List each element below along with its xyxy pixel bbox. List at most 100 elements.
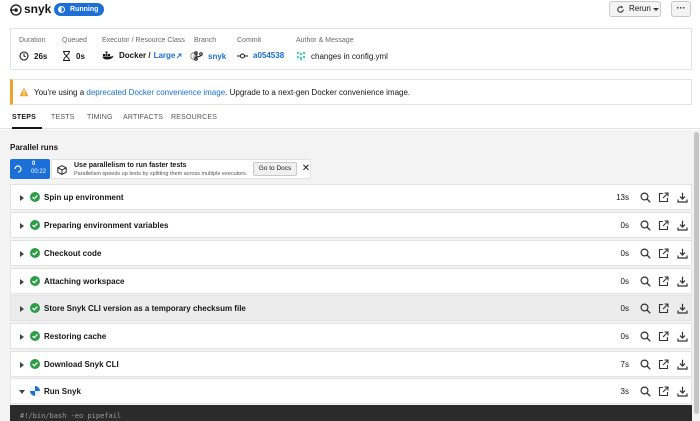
tab-resources[interactable]: RESOURCES — [171, 114, 217, 121]
step-row[interactable]: Run Snyk 3s — [10, 378, 692, 404]
step-row[interactable]: Spin up environment 13s — [10, 184, 692, 210]
deprecation-warning: You're using a deprecated Docker conveni… — [10, 79, 692, 105]
steps-panel: Parallel runs 0 00:22 Use parallelism to… — [0, 130, 700, 421]
warning-suffix: . Upgrade to a next-gen Docker convenien… — [225, 88, 411, 97]
resource-class-link[interactable]: Large — [154, 51, 176, 60]
parallel-runs-title: Parallel runs — [10, 143, 59, 152]
terminal-output: #!/bin/bash -eo pipefail — [10, 405, 692, 421]
external-link-icon[interactable] — [176, 53, 182, 59]
open-new-window-icon[interactable] — [658, 359, 669, 370]
docker-icon — [102, 51, 114, 60]
open-new-window-icon[interactable] — [658, 248, 669, 259]
duration-label: Duration — [19, 37, 46, 44]
running-step-icon — [30, 386, 40, 396]
warning-text: You're using a deprecated Docker conveni… — [34, 88, 410, 97]
job-title: snyk — [24, 2, 52, 16]
open-new-window-icon[interactable] — [658, 331, 669, 342]
commit-message: changes in config.yml — [311, 51, 388, 61]
download-icon[interactable] — [677, 303, 688, 314]
status-badge: Running — [54, 3, 105, 16]
chevron-down-icon — [653, 8, 659, 11]
step-row[interactable]: Store Snyk CLI version as a temporary ch… — [10, 295, 692, 321]
step-duration: 0s — [620, 332, 629, 341]
open-new-window-icon[interactable] — [658, 386, 669, 397]
rerun-button[interactable]: Rerun — [609, 1, 661, 17]
running-icon — [14, 165, 22, 173]
search-icon[interactable] — [640, 359, 651, 370]
tab-steps[interactable]: STEPS — [12, 114, 36, 121]
step-name: Restoring cache — [44, 332, 107, 341]
success-check-icon — [30, 359, 40, 369]
executor-value-row: Docker / Large — [102, 51, 203, 60]
queued-value: 0s — [76, 51, 85, 61]
chevron-right-icon[interactable] — [20, 223, 24, 229]
chevron-right-icon[interactable] — [20, 334, 24, 340]
scrollbar-thumb[interactable] — [694, 132, 699, 414]
step-row[interactable]: Restoring cache 0s — [10, 323, 692, 349]
open-new-window-icon[interactable] — [658, 192, 669, 203]
run-time: 00:22 — [31, 169, 47, 175]
chevron-down-icon[interactable] — [19, 390, 25, 394]
parallel-run-0[interactable]: 0 00:22 — [10, 159, 50, 179]
queued-label: Queued — [62, 37, 87, 44]
branch-icon — [194, 51, 203, 61]
download-icon[interactable] — [677, 192, 688, 203]
chevron-right-icon[interactable] — [20, 279, 24, 285]
step-row[interactable]: Attaching workspace 0s — [10, 268, 692, 294]
executor-value: Docker / — [119, 51, 151, 60]
running-icon — [58, 6, 65, 13]
chevron-right-icon[interactable] — [20, 362, 24, 368]
open-new-window-icon[interactable] — [658, 276, 669, 287]
queued-value-row: 0s — [62, 51, 85, 61]
tip-title: Use parallelism to run faster tests — [74, 162, 187, 169]
deprecated-image-link[interactable]: deprecated Docker convenience image — [86, 88, 225, 97]
open-new-window-icon[interactable] — [658, 220, 669, 231]
download-icon[interactable] — [677, 220, 688, 231]
step-row[interactable]: Download Snyk CLI 7s — [10, 351, 692, 377]
search-icon[interactable] — [640, 220, 651, 231]
step-name: Attaching workspace — [44, 277, 125, 286]
step-row[interactable]: Preparing environment variables 0s — [10, 212, 692, 238]
step-name: Spin up environment — [44, 193, 124, 202]
clock-icon — [19, 51, 29, 61]
branch-link[interactable]: snyk — [208, 52, 226, 61]
success-check-icon — [30, 248, 40, 258]
search-icon[interactable] — [640, 331, 651, 342]
chevron-right-icon[interactable] — [20, 306, 24, 312]
step-name: Preparing environment variables — [44, 221, 169, 230]
tab-timing[interactable]: TIMING — [87, 114, 113, 121]
chevron-right-icon[interactable] — [20, 251, 24, 257]
warning-icon — [19, 87, 29, 97]
download-icon[interactable] — [677, 386, 688, 397]
search-icon[interactable] — [640, 192, 651, 203]
download-icon[interactable] — [677, 331, 688, 342]
parallelism-tip: Use parallelism to run faster tests Para… — [51, 159, 311, 179]
search-icon[interactable] — [640, 386, 651, 397]
commit-icon — [237, 53, 248, 58]
commit-link[interactable]: a054538 — [253, 51, 284, 60]
success-check-icon — [30, 276, 40, 286]
more-options-button[interactable]: ··· — [671, 1, 691, 17]
search-icon[interactable] — [640, 303, 651, 314]
step-duration: 0s — [620, 249, 629, 258]
job-info-card: Duration 26s Queued 0s Executor / Resour… — [10, 28, 692, 70]
chevron-right-icon[interactable] — [20, 195, 24, 201]
download-icon[interactable] — [677, 359, 688, 370]
search-icon[interactable] — [640, 276, 651, 287]
search-icon[interactable] — [640, 248, 651, 259]
duration-value: 26s — [34, 51, 48, 61]
close-icon[interactable]: ✕ — [301, 163, 311, 175]
scrollbar[interactable] — [693, 130, 700, 421]
rerun-label: Rerun — [629, 4, 651, 13]
step-row[interactable]: Checkout code 0s — [10, 240, 692, 266]
step-duration: 3s — [620, 387, 629, 396]
duration-value-row: 26s — [19, 51, 47, 61]
download-icon[interactable] — [677, 248, 688, 259]
tab-artifacts[interactable]: ARTIFACTS — [123, 114, 163, 121]
success-check-icon — [30, 192, 40, 202]
tab-tests[interactable]: TESTS — [51, 114, 75, 121]
download-icon[interactable] — [677, 276, 688, 287]
go-to-docs-button[interactable]: Go to Docs — [253, 162, 297, 176]
commit-label: Commit — [237, 37, 262, 44]
open-new-window-icon[interactable] — [658, 303, 669, 314]
